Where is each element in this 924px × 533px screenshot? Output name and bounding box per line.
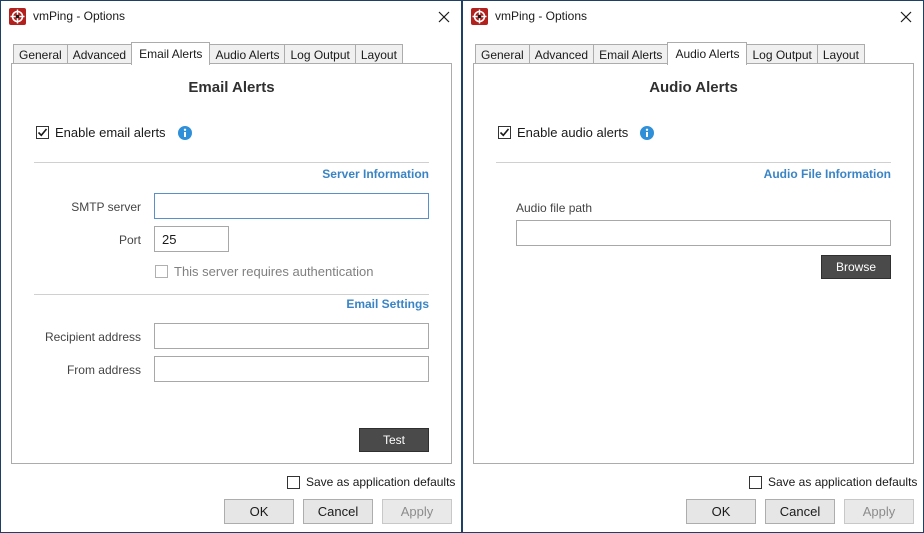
audio-alerts-panel: Audio Alerts Enable audio alerts Audio F…	[473, 63, 914, 464]
recipient-address-input[interactable]	[154, 323, 429, 349]
requires-auth-checkbox[interactable]: This server requires authentication	[155, 264, 373, 279]
tab-layout[interactable]: Layout	[354, 44, 403, 65]
enable-email-alerts-checkbox[interactable]: Enable email alerts	[36, 125, 192, 140]
section-divider	[34, 294, 429, 295]
save-as-defaults-checkbox[interactable]: Save as application defaults	[749, 475, 917, 489]
tab-audio-alerts[interactable]: Audio Alerts	[667, 42, 748, 65]
email-settings-heading: Email Settings	[346, 297, 429, 311]
tab-log-output[interactable]: Log Output	[284, 44, 356, 65]
from-address-input[interactable]	[154, 356, 429, 382]
window-title: vmPing - Options	[33, 9, 126, 23]
title-bar[interactable]: vmPing - Options	[463, 1, 923, 32]
tab-log-output[interactable]: Log Output	[746, 44, 818, 65]
tab-audio-alerts[interactable]: Audio Alerts	[209, 44, 286, 65]
audio-file-information-heading: Audio File Information	[763, 167, 891, 181]
checkmark-icon	[37, 128, 48, 137]
apply-button[interactable]: Apply	[382, 499, 452, 524]
enable-audio-alerts-checkbox[interactable]: Enable audio alerts	[498, 125, 655, 140]
window-title: vmPing - Options	[495, 9, 588, 23]
checkbox-box[interactable]	[155, 265, 168, 278]
vmping-app-icon	[9, 8, 26, 25]
audio-file-path-input[interactable]	[516, 220, 891, 246]
panel-title: Audio Alerts	[649, 79, 738, 96]
recipient-address-label: Recipient address	[44, 330, 141, 344]
options-window-email: vmPing - Options General Advanced Email …	[0, 0, 462, 533]
close-icon	[900, 11, 912, 22]
cancel-button[interactable]: Cancel	[303, 499, 373, 524]
checkmark-icon	[499, 128, 510, 137]
enable-email-alerts-label: Enable email alerts	[55, 125, 166, 140]
smtp-server-label: SMTP server	[71, 200, 141, 214]
tab-general[interactable]: General	[475, 44, 530, 65]
server-information-heading: Server Information	[322, 167, 429, 181]
info-icon[interactable]	[177, 125, 192, 140]
section-divider	[496, 162, 891, 163]
apply-button[interactable]: Apply	[844, 499, 914, 524]
browse-button[interactable]: Browse	[821, 255, 891, 279]
requires-auth-label: This server requires authentication	[174, 264, 374, 279]
tab-email-alerts[interactable]: Email Alerts	[593, 44, 669, 65]
email-alerts-panel: Email Alerts Enable email alerts Server …	[11, 63, 452, 464]
checkbox-box[interactable]	[749, 475, 762, 489]
title-bar[interactable]: vmPing - Options	[1, 1, 461, 32]
from-address-label: From address	[66, 363, 141, 377]
close-icon	[438, 11, 450, 22]
ok-button[interactable]: OK	[224, 499, 294, 524]
checkbox-box[interactable]	[36, 126, 49, 139]
section-divider	[34, 162, 429, 163]
close-button[interactable]	[889, 1, 923, 32]
tab-advanced[interactable]: Advanced	[528, 44, 595, 65]
port-input[interactable]: 25	[154, 226, 229, 252]
ok-button[interactable]: OK	[686, 499, 756, 524]
tab-advanced[interactable]: Advanced	[66, 44, 133, 65]
port-label: Port	[118, 233, 141, 247]
test-button[interactable]: Test	[359, 428, 429, 452]
enable-audio-alerts-label: Enable audio alerts	[517, 125, 629, 140]
options-window-audio: vmPing - Options General Advanced Email …	[462, 0, 924, 533]
save-as-defaults-label: Save as application defaults	[306, 475, 456, 489]
info-icon[interactable]	[640, 125, 655, 140]
tab-strip: General Advanced Email Alerts Audio Aler…	[475, 42, 865, 65]
vmping-app-icon	[471, 8, 488, 25]
panel-title: Email Alerts	[188, 79, 275, 96]
smtp-server-input[interactable]	[154, 193, 429, 219]
save-as-defaults-checkbox[interactable]: Save as application defaults	[287, 475, 455, 489]
close-button[interactable]	[427, 1, 461, 32]
tab-strip: General Advanced Email Alerts Audio Aler…	[13, 42, 403, 65]
tab-email-alerts[interactable]: Email Alerts	[131, 42, 211, 65]
checkbox-box[interactable]	[498, 126, 511, 139]
tab-layout[interactable]: Layout	[816, 44, 865, 65]
audio-file-path-label: Audio file path	[516, 201, 593, 215]
tab-general[interactable]: General	[13, 44, 68, 65]
cancel-button[interactable]: Cancel	[765, 499, 835, 524]
checkbox-box[interactable]	[287, 475, 300, 489]
save-as-defaults-label: Save as application defaults	[768, 475, 918, 489]
